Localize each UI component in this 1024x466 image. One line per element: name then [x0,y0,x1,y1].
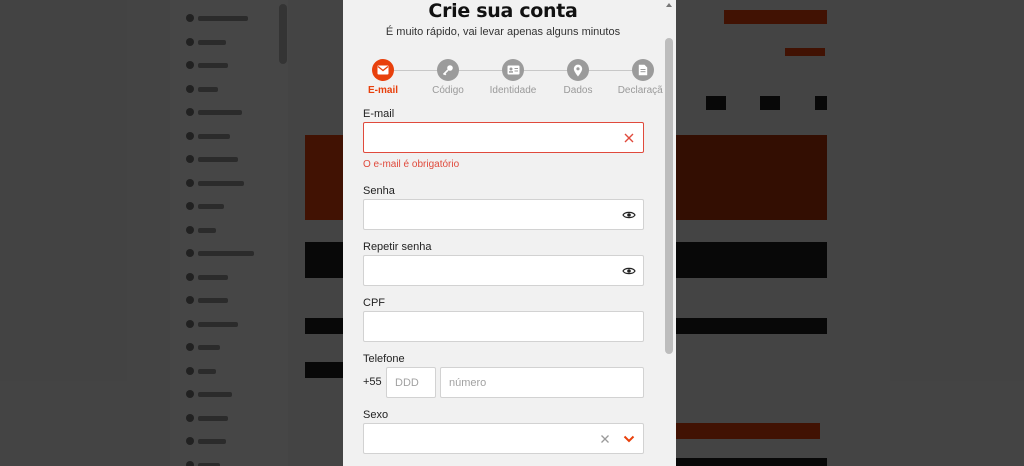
step-identity[interactable]: Identidade [483,59,543,96]
repeat-password-field-wrapper [363,255,644,286]
id-card-icon [502,59,524,81]
cpf-label: CPF [363,297,385,309]
sex-select[interactable] [363,423,644,454]
step-label: E-mail [367,85,398,96]
repeat-password-field[interactable] [364,256,643,285]
scroll-thumb[interactable] [665,38,673,354]
modal-title: Crie sua conta [428,0,578,22]
eye-icon[interactable] [621,263,637,279]
eye-icon[interactable] [621,207,637,223]
signup-modal: Crie sua conta É muito rápido, vai levar… [343,0,676,466]
modal-scrollbar[interactable] [663,0,676,466]
password-field-wrapper [363,199,644,230]
cpf-field-wrapper [363,311,644,342]
scroll-up-arrow-icon[interactable] [666,3,672,7]
step-label: Código [432,85,464,96]
email-label: E-mail [363,108,395,120]
ddd-field[interactable] [387,368,435,397]
step-label: Dados [563,85,593,96]
password-label: Senha [363,185,395,197]
email-field-wrapper [363,122,644,153]
email-field[interactable] [364,123,643,152]
email-error-message: O e-mail é obrigatório [363,159,460,170]
step-label: Identidade [489,85,537,96]
phone-number-field[interactable] [441,368,643,397]
modal-subtitle: É muito rápido, vai levar apenas alguns … [385,26,621,38]
repeat-password-label: Repetir senha [363,241,432,253]
cpf-field[interactable] [364,312,643,341]
key-icon [437,59,459,81]
clear-icon[interactable] [597,431,613,447]
phone-label: Telefone [363,353,405,365]
ddd-field-wrapper [386,367,436,398]
step-code[interactable]: Código [418,59,478,96]
clear-icon[interactable] [621,130,637,146]
envelope-icon [372,59,394,81]
sex-label: Sexo [363,409,389,421]
signup-steps: E-mail Código Identidade Dados Declaraçã… [353,59,668,99]
map-pin-icon [567,59,589,81]
password-field[interactable] [364,200,643,229]
phone-country-code: +55 [363,376,382,388]
phone-number-field-wrapper [440,367,644,398]
step-email[interactable]: E-mail [353,59,413,96]
chevron-down-icon[interactable] [621,431,637,447]
document-icon [632,59,654,81]
step-data[interactable]: Dados [548,59,608,96]
